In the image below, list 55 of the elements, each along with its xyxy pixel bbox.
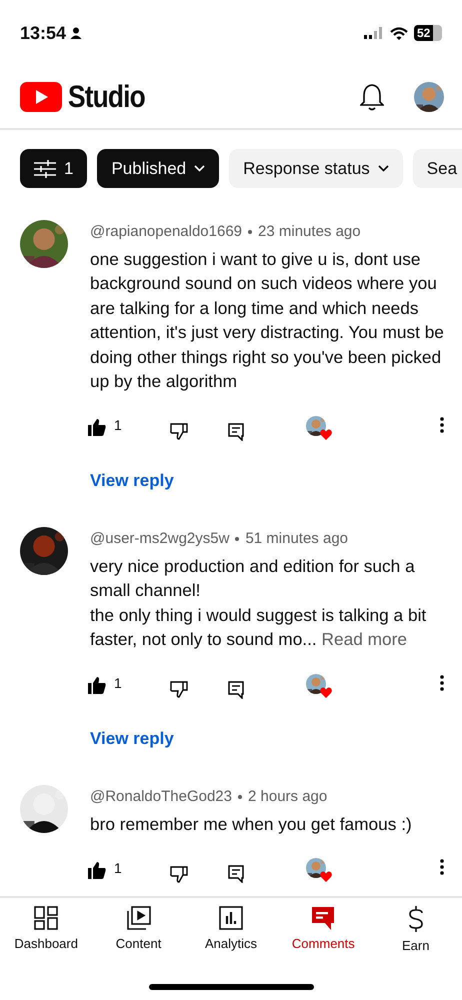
battery-level: 52 [414, 25, 434, 41]
dislike-button[interactable] [170, 423, 188, 440]
comment-time: 23 minutes ago [258, 222, 361, 242]
view-reply-link[interactable]: View reply [90, 726, 174, 751]
more-options-icon[interactable] [440, 859, 444, 875]
signal-icon [364, 27, 384, 39]
clock-time: 13:54 [20, 22, 66, 44]
comment-text: one suggestion i want to give u is, dont use background sound on such videos where you are talking for a long time and which needs attention, it's just very distracting. You must be doing other things right so you've been picked up by the algorithm [90, 248, 444, 393]
comment-text: very nice production and edition for such a small channel! the only thing i would suggest is talking a bit faster, not only to sound mo... Read more [90, 554, 428, 651]
reply-button[interactable] [228, 680, 244, 698]
comment-author[interactable]: @RonaldoTheGod23 [90, 786, 232, 808]
dislike-button[interactable] [170, 681, 188, 698]
bar-chart-icon [218, 906, 243, 930]
caret-icon [194, 165, 206, 172]
play-logo-icon [20, 82, 62, 112]
dislike-button[interactable] [170, 866, 188, 882]
comment-time: 2 hours ago [248, 787, 328, 807]
heart-icon[interactable] [320, 871, 332, 882]
sliders-icon [34, 160, 56, 178]
filter-chip[interactable]: 1 [20, 149, 88, 188]
heart-icon[interactable] [320, 428, 332, 440]
thumbs-up-icon [88, 677, 106, 694]
more-options-icon[interactable] [440, 416, 444, 432]
wifi-icon [390, 26, 408, 40]
filter-chip[interactable]: Published [97, 149, 220, 188]
comment-icon [311, 906, 336, 930]
view-reply-link[interactable]: View reply [90, 468, 174, 493]
account-avatar[interactable] [414, 82, 444, 112]
like-button[interactable]: 1 [88, 862, 170, 878]
like-button[interactable]: 1 [88, 677, 170, 694]
app-title: Studio [68, 78, 145, 116]
like-button[interactable]: 1 [88, 419, 170, 436]
nav-tab[interactable]: Dashboard [4, 906, 88, 962]
filter-chip[interactable]: Sea [412, 149, 462, 188]
read-more-link[interactable]: Read more [322, 629, 408, 649]
nav-tab[interactable]: Analytics [188, 906, 273, 962]
nav-tab[interactable]: Earn [374, 906, 458, 962]
comment-text: bro remember me when you get famous :) [90, 812, 413, 836]
nav-tab[interactable]: Comments [281, 906, 366, 962]
grid-icon [34, 906, 58, 930]
heart-icon[interactable] [320, 686, 332, 698]
caret-icon [378, 165, 389, 172]
comment-author[interactable]: @rapianopenaldo1669 [90, 221, 242, 244]
filter-chip[interactable]: Response status [229, 149, 403, 188]
reply-button[interactable] [228, 865, 244, 883]
person-icon [70, 27, 82, 39]
reply-button[interactable] [228, 422, 244, 440]
more-options-icon[interactable] [440, 674, 444, 690]
thumbs-up-icon [88, 862, 106, 878]
comment-time: 51 minutes ago [245, 529, 348, 549]
notifications-button[interactable] [360, 83, 384, 111]
thumbs-up-icon [88, 419, 106, 436]
comment-author[interactable]: @user-ms2wg2ys5w [90, 528, 230, 550]
nav-tab[interactable]: Content [96, 906, 181, 962]
play-icon [126, 906, 151, 930]
